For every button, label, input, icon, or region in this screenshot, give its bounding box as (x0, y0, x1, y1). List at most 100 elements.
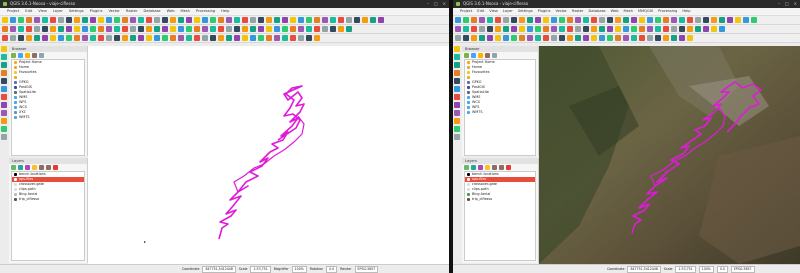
refresh-icon[interactable] (575, 35, 581, 41)
menu-processing[interactable]: Processing (196, 8, 215, 15)
toolbar-icon[interactable] (679, 35, 685, 41)
digitize-tool-icon[interactable] (1, 110, 7, 116)
measure-icon[interactable] (487, 26, 493, 32)
digitize-tool-icon[interactable] (1, 126, 7, 132)
attribute-table-icon[interactable] (122, 35, 128, 41)
menu-mmqgis[interactable]: MMQGIS (638, 8, 653, 15)
select-icon[interactable] (106, 35, 112, 41)
attribute-table-icon[interactable] (146, 26, 152, 32)
zoom-in-icon[interactable] (551, 26, 557, 32)
attribute-table-icon[interactable] (567, 35, 573, 41)
digitize-tool-icon[interactable] (1, 102, 7, 108)
menu-raster[interactable]: Raster (126, 8, 138, 15)
identify-icon[interactable] (146, 17, 152, 23)
menu-edit[interactable]: Edit (477, 8, 484, 15)
zoom-in-icon[interactable] (130, 17, 136, 23)
attribute-table-icon[interactable] (471, 35, 477, 41)
digitize-tool-icon[interactable] (1, 134, 7, 140)
open-project-icon[interactable] (455, 17, 461, 23)
digitize-tool-icon[interactable] (454, 86, 460, 92)
zoom-in-icon[interactable] (226, 17, 232, 23)
digitize-tool-icon[interactable] (1, 70, 7, 76)
measure-icon[interactable] (583, 26, 589, 32)
zoom-in-icon[interactable] (178, 35, 184, 41)
coordinate-field[interactable]: 847751,5412448 (627, 265, 661, 273)
new-project-icon[interactable] (543, 17, 549, 23)
measure-icon[interactable] (210, 35, 216, 41)
zoom-out-icon[interactable] (42, 17, 48, 23)
new-project-icon[interactable] (687, 35, 693, 41)
minimize-button[interactable]: – (427, 0, 429, 8)
identify-icon[interactable] (567, 26, 573, 32)
toolbar-icon[interactable] (162, 26, 168, 32)
menu-project[interactable]: Project (460, 8, 472, 15)
new-project-icon[interactable] (2, 17, 8, 23)
zoom-out-icon[interactable] (234, 17, 240, 23)
open-project-icon[interactable] (274, 26, 280, 32)
measure-icon[interactable] (354, 17, 360, 23)
pan-icon[interactable] (290, 26, 296, 32)
digitize-tool-icon[interactable] (454, 102, 460, 108)
select-icon[interactable] (455, 35, 461, 41)
zoom-in-icon[interactable] (274, 35, 280, 41)
menu-plugins[interactable]: Plugins (538, 8, 551, 15)
identify-icon[interactable] (26, 26, 32, 32)
save-project-icon[interactable] (631, 26, 637, 32)
refresh-icon[interactable] (130, 35, 136, 41)
attribute-table-icon[interactable] (687, 26, 693, 32)
attribute-table-icon[interactable] (519, 17, 525, 23)
magnifier-field[interactable]: 100% (698, 265, 714, 273)
menu-project[interactable]: Project (7, 8, 19, 15)
toolbar-icon[interactable] (535, 17, 541, 23)
map-canvas[interactable]: ▸ (88, 46, 449, 264)
open-project-icon[interactable] (154, 35, 160, 41)
identify-icon[interactable] (50, 17, 56, 23)
pan-icon[interactable] (26, 17, 32, 23)
menu-vector[interactable]: Vector (555, 8, 566, 15)
new-project-icon[interactable] (591, 35, 597, 41)
measure-icon[interactable] (18, 35, 24, 41)
measure-icon[interactable] (306, 35, 312, 41)
new-project-icon[interactable] (711, 26, 717, 32)
scale-field[interactable]: 1:33,751 (250, 265, 271, 273)
digitize-tool-icon[interactable] (454, 126, 460, 132)
menu-settings[interactable]: Settings (518, 8, 533, 15)
pan-icon[interactable] (266, 35, 272, 41)
new-project-icon[interactable] (290, 17, 296, 23)
refresh-icon[interactable] (599, 26, 605, 32)
pan-icon[interactable] (519, 35, 525, 41)
zoom-in-icon[interactable] (527, 35, 533, 41)
digitize-tool-icon[interactable] (454, 94, 460, 100)
select-icon[interactable] (695, 17, 701, 23)
pan-icon[interactable] (663, 17, 669, 23)
measure-icon[interactable] (679, 26, 685, 32)
menu-mesh[interactable]: Mesh (181, 8, 190, 15)
open-project-icon[interactable] (58, 35, 64, 41)
measure-icon[interactable] (463, 35, 469, 41)
menu-web[interactable]: Web (167, 8, 175, 15)
refresh-icon[interactable] (226, 35, 232, 41)
identify-icon[interactable] (194, 35, 200, 41)
menu-help[interactable]: Help (682, 8, 690, 15)
open-project-icon[interactable] (527, 26, 533, 32)
remove-layer-icon[interactable] (53, 165, 58, 170)
refresh-icon[interactable] (178, 17, 184, 23)
zoom-out-icon[interactable] (306, 26, 312, 32)
zoom-in-icon[interactable] (647, 26, 653, 32)
save-project-icon[interactable] (90, 26, 96, 32)
refresh-icon[interactable] (370, 17, 376, 23)
filter-icon[interactable] (25, 53, 30, 58)
measure-icon[interactable] (655, 35, 661, 41)
scale-field[interactable]: 1:33,751 (675, 265, 696, 273)
collapse-all-icon[interactable] (499, 165, 504, 170)
menu-plugins[interactable]: Plugins (90, 8, 103, 15)
measure-icon[interactable] (330, 26, 336, 32)
measure-icon[interactable] (258, 17, 264, 23)
open-project-icon[interactable] (178, 26, 184, 32)
attribute-table-icon[interactable] (591, 26, 597, 32)
attribute-table-icon[interactable] (314, 35, 320, 41)
zoom-out-icon[interactable] (679, 17, 685, 23)
identify-icon[interactable] (639, 35, 645, 41)
save-project-icon[interactable] (511, 35, 517, 41)
zoom-out-icon[interactable] (210, 26, 216, 32)
